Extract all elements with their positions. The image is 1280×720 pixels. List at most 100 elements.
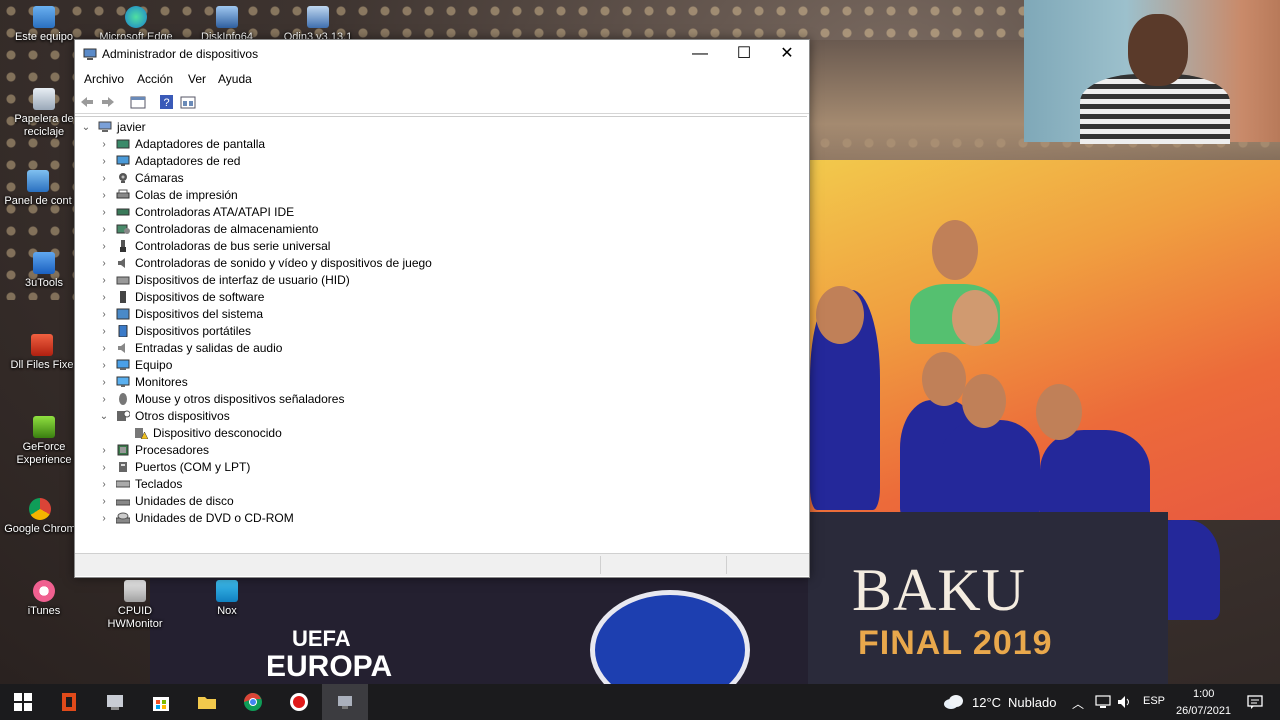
close-button[interactable]: ✕ bbox=[765, 40, 809, 69]
mouse-icon bbox=[119, 393, 127, 405]
storage-controller-icon bbox=[116, 224, 130, 234]
desktop-icon-label: Dll Files Fixe bbox=[10, 359, 74, 371]
desktop-icon-geforce[interactable]: GeForce Experience bbox=[6, 416, 82, 467]
help-icon[interactable]: ? bbox=[159, 94, 175, 110]
expand-chevron-icon[interactable]: › bbox=[99, 204, 109, 221]
player-head bbox=[1036, 384, 1082, 440]
desktop-icon-label: Nox bbox=[217, 605, 237, 617]
minimize-button[interactable]: — bbox=[678, 40, 722, 69]
collapse-chevron-icon[interactable]: ⌄ bbox=[81, 119, 91, 136]
player-head bbox=[922, 352, 966, 406]
forward-arrow-icon[interactable] bbox=[100, 94, 116, 110]
expand-chevron-icon[interactable]: › bbox=[99, 187, 109, 204]
device-tree[interactable]: ⌄ javier › Adaptadores de pantalla › Ada… bbox=[75, 116, 807, 557]
view-icon[interactable] bbox=[180, 94, 196, 110]
desktop-icon-chrome[interactable]: Google Chrom bbox=[2, 498, 78, 536]
clock-time[interactable]: 1:00 bbox=[1193, 688, 1214, 700]
expand-chevron-icon[interactable]: › bbox=[99, 323, 109, 340]
tree-device-label: Dispositivo desconocido bbox=[153, 426, 282, 440]
desktop-icon-itunes[interactable]: iTunes bbox=[6, 580, 82, 618]
volume-icon[interactable] bbox=[1117, 695, 1133, 709]
desktop-icon-cpuid[interactable]: CPUID HWMonitor bbox=[97, 580, 173, 631]
tree-category-label: Equipo bbox=[135, 358, 173, 372]
desktop-icon-control-panel[interactable]: Panel de cont bbox=[0, 170, 76, 208]
taskbar-explorer-app[interactable] bbox=[92, 684, 138, 720]
weather-condition[interactable]: Nublado bbox=[1008, 695, 1056, 710]
expand-chevron-icon[interactable]: › bbox=[99, 170, 109, 187]
back-arrow-icon[interactable] bbox=[79, 94, 95, 110]
portable-device-icon bbox=[118, 325, 128, 337]
device-manager-window[interactable]: Administrador de dispositivos — ☐ ✕ Arch… bbox=[74, 39, 810, 578]
taskbar-chrome[interactable] bbox=[230, 684, 276, 720]
network-icon[interactable] bbox=[1095, 695, 1111, 709]
desktop-icon-nox[interactable]: Nox bbox=[189, 580, 265, 618]
desktop-icon-3utools[interactable]: 3uTools bbox=[6, 252, 82, 290]
menu-ayuda[interactable]: Ayuda bbox=[218, 72, 252, 86]
chevron-up-icon[interactable]: ︿ bbox=[1072, 695, 1084, 712]
start-button[interactable] bbox=[0, 684, 46, 720]
tree-category-label: Puertos (COM y LPT) bbox=[135, 460, 251, 474]
taskbar-office[interactable] bbox=[46, 684, 92, 720]
expand-chevron-icon[interactable]: › bbox=[99, 476, 109, 493]
menu-archivo[interactable]: Archivo bbox=[84, 72, 124, 86]
desktop-icon-label: Este equipo bbox=[14, 31, 74, 43]
expand-chevron-icon[interactable]: › bbox=[99, 221, 109, 238]
recycle-bin-icon bbox=[33, 88, 55, 110]
expand-chevron-icon[interactable]: › bbox=[99, 357, 109, 374]
desktop-icon-dll-files[interactable]: Dll Files Fixe bbox=[4, 334, 80, 372]
chrome-icon bbox=[244, 693, 262, 711]
tree-category-label: Otros dispositivos bbox=[135, 409, 230, 423]
file-explorer-icon bbox=[198, 697, 216, 709]
wallpaper-baku-text: BAKU bbox=[852, 557, 1027, 623]
expand-chevron-icon[interactable]: › bbox=[99, 255, 109, 272]
weather-temperature[interactable]: 12°C bbox=[972, 695, 1001, 710]
other-devices-icon bbox=[117, 410, 130, 421]
tree-category-label: Mouse y otros dispositivos señaladores bbox=[135, 392, 345, 406]
expand-chevron-icon[interactable]: › bbox=[99, 374, 109, 391]
player-head bbox=[952, 290, 998, 346]
camera-icon bbox=[119, 173, 127, 183]
recorder-icon bbox=[290, 693, 308, 711]
desktop-icon-recycle-bin[interactable]: Papelera de reciclaje bbox=[6, 88, 82, 139]
system-device-icon bbox=[116, 308, 130, 320]
expand-chevron-icon[interactable]: › bbox=[99, 238, 109, 255]
clock-date[interactable]: 26/07/2021 bbox=[1176, 705, 1231, 717]
expand-chevron-icon[interactable]: › bbox=[99, 289, 109, 306]
maximize-button[interactable]: ☐ bbox=[722, 40, 766, 69]
expand-chevron-icon[interactable]: › bbox=[99, 459, 109, 476]
taskbar-file-explorer[interactable] bbox=[184, 684, 230, 720]
expand-chevron-icon[interactable]: › bbox=[99, 442, 109, 459]
expand-chevron-icon[interactable]: › bbox=[99, 391, 109, 408]
player-head bbox=[962, 374, 1006, 428]
language-indicator[interactable]: ESP bbox=[1143, 695, 1165, 707]
title-bar[interactable]: Administrador de dispositivos — ☐ ✕ bbox=[75, 40, 809, 69]
expand-chevron-icon[interactable]: › bbox=[99, 493, 109, 510]
audio-io-icon bbox=[118, 343, 125, 353]
weather-cloud-icon[interactable] bbox=[943, 693, 965, 711]
menu-accion[interactable]: Acción bbox=[137, 72, 173, 86]
expand-chevron-icon[interactable]: › bbox=[99, 272, 109, 289]
properties-icon[interactable] bbox=[130, 94, 146, 110]
menu-ver[interactable]: Ver bbox=[188, 72, 206, 86]
taskbar-device-manager[interactable] bbox=[322, 684, 368, 720]
expand-chevron-icon[interactable]: › bbox=[99, 136, 109, 153]
expand-chevron-icon[interactable]: › bbox=[99, 306, 109, 323]
control-panel-icon bbox=[27, 170, 49, 192]
notification-icon[interactable] bbox=[1247, 694, 1263, 710]
collapse-chevron-icon[interactable]: ⌄ bbox=[99, 408, 109, 425]
tree-category-label: Adaptadores de pantalla bbox=[135, 137, 266, 151]
player-figure bbox=[940, 420, 1040, 520]
wallpaper-uefa-text: UEFA bbox=[292, 626, 351, 651]
desktop-icon-label: GeForce Experience bbox=[16, 441, 72, 466]
desktop-icon-este-equipo[interactable]: Este equipo bbox=[6, 6, 82, 44]
expand-chevron-icon[interactable]: › bbox=[99, 153, 109, 170]
taskbar-recorder[interactable] bbox=[276, 684, 322, 720]
expand-chevron-icon[interactable]: › bbox=[99, 510, 109, 527]
taskbar-store[interactable] bbox=[138, 684, 184, 720]
window-title: Administrador de dispositivos bbox=[102, 47, 259, 61]
software-device-icon bbox=[120, 291, 126, 303]
windows-logo-icon bbox=[14, 693, 32, 711]
tree-category-label: Controladoras ATA/ATAPI IDE bbox=[135, 205, 295, 219]
tree-category-label: Controladoras de bus serie universal bbox=[135, 239, 331, 253]
expand-chevron-icon[interactable]: › bbox=[99, 340, 109, 357]
